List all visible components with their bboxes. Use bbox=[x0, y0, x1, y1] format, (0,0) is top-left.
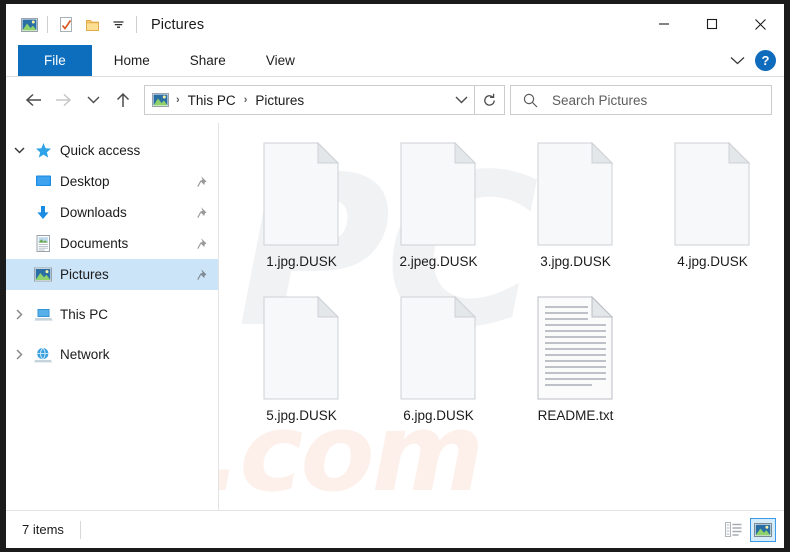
ribbon-tabs: File Home Share View bbox=[6, 45, 315, 76]
up-button[interactable] bbox=[108, 85, 138, 115]
toolbar-divider bbox=[47, 16, 48, 33]
window-title: Pictures bbox=[151, 16, 205, 33]
documents-icon bbox=[32, 235, 54, 252]
properties-icon[interactable] bbox=[53, 12, 79, 38]
desktop-icon bbox=[32, 174, 54, 189]
blank-file-icon bbox=[673, 141, 753, 247]
file-item[interactable]: 2.jpeg.DUSK bbox=[370, 137, 507, 291]
sidebar-item-label: Downloads bbox=[60, 205, 127, 220]
file-name-label: 1.jpg.DUSK bbox=[266, 254, 337, 269]
file-list-view[interactable]: PC risk.com 1.jpg.DUSK bbox=[219, 123, 784, 510]
chevron-collapsed-icon[interactable] bbox=[6, 349, 32, 360]
sidebar-item-pictures[interactable]: Pictures bbox=[6, 259, 218, 290]
blank-file-icon bbox=[262, 141, 342, 247]
file-name-label: README.txt bbox=[537, 408, 614, 423]
breadcrumb-item-pictures[interactable]: Pictures bbox=[254, 93, 305, 108]
breadcrumb[interactable]: › This PC › Pictures bbox=[144, 85, 475, 115]
blank-file-icon bbox=[399, 141, 479, 247]
refresh-button[interactable] bbox=[475, 85, 505, 115]
downloads-icon bbox=[32, 205, 54, 221]
ribbon-right-controls: ? bbox=[730, 45, 776, 76]
forward-button[interactable] bbox=[48, 85, 78, 115]
breadcrumb-pictures-icon bbox=[152, 93, 169, 107]
recent-locations-button[interactable] bbox=[78, 85, 108, 115]
chevron-collapsed-icon[interactable] bbox=[6, 309, 32, 320]
file-grid: 1.jpg.DUSK 2.jpeg.DUSK 3.jpg.DUSK 4.jpg.… bbox=[219, 123, 784, 445]
sidebar-item-label: Network bbox=[60, 347, 110, 362]
sidebar-item-documents[interactable]: Documents bbox=[6, 228, 218, 259]
title-bar: Pictures bbox=[6, 4, 784, 45]
file-item[interactable]: 1.jpg.DUSK bbox=[233, 137, 370, 291]
close-button[interactable] bbox=[736, 4, 784, 44]
chevron-expanded-icon[interactable] bbox=[6, 147, 32, 154]
search-input[interactable] bbox=[552, 92, 742, 108]
window-controls bbox=[640, 4, 784, 44]
item-count-label: 7 items bbox=[22, 522, 64, 537]
chevron-down-icon[interactable] bbox=[730, 52, 745, 70]
sidebar-item-label: Documents bbox=[60, 236, 129, 251]
sidebar-item-desktop[interactable]: Desktop bbox=[6, 166, 218, 197]
pin-icon[interactable] bbox=[197, 175, 210, 188]
text-file-icon bbox=[536, 295, 616, 401]
network-icon bbox=[32, 347, 54, 363]
customize-dropdown-icon[interactable] bbox=[105, 12, 131, 38]
sidebar-item-label: Desktop bbox=[60, 174, 110, 189]
pin-icon[interactable] bbox=[197, 268, 210, 281]
file-name-label: 3.jpg.DUSK bbox=[540, 254, 611, 269]
view-buttons bbox=[720, 517, 776, 542]
search-icon bbox=[523, 93, 538, 108]
file-explorer-window: Pictures File Home Share View ? › This P… bbox=[6, 4, 784, 548]
tab-home[interactable]: Home bbox=[94, 45, 170, 76]
search-box[interactable] bbox=[510, 85, 772, 115]
large-icons-view-button[interactable] bbox=[750, 517, 776, 542]
file-item[interactable]: 3.jpg.DUSK bbox=[507, 137, 644, 291]
sidebar-item-label: This PC bbox=[60, 307, 109, 322]
new-folder-icon[interactable] bbox=[79, 12, 105, 38]
breadcrumb-item-this-pc[interactable]: This PC bbox=[187, 93, 237, 108]
breadcrumb-dropdown-icon[interactable] bbox=[448, 86, 474, 114]
file-item[interactable]: README.txt bbox=[507, 291, 644, 445]
navigation-pane: Quick access Desktop Downloads Documents… bbox=[6, 123, 219, 510]
tab-share[interactable]: Share bbox=[170, 45, 246, 76]
sidebar-item-label: Pictures bbox=[60, 267, 109, 282]
pin-icon[interactable] bbox=[197, 206, 210, 219]
address-bar: › This PC › Pictures bbox=[6, 77, 784, 123]
file-name-label: 6.jpg.DUSK bbox=[403, 408, 474, 423]
file-name-label: 4.jpg.DUSK bbox=[677, 254, 748, 269]
pictures-folder-icon[interactable] bbox=[16, 12, 42, 38]
toolbar-divider-2 bbox=[136, 16, 137, 33]
sidebar-item-quick-access[interactable]: Quick access bbox=[6, 135, 218, 166]
tab-view[interactable]: View bbox=[246, 45, 315, 76]
file-name-label: 2.jpeg.DUSK bbox=[399, 254, 478, 269]
sidebar-item-label: Quick access bbox=[60, 143, 141, 158]
status-bar: 7 items bbox=[6, 510, 784, 548]
ribbon-tab-bar: File Home Share View ? bbox=[6, 45, 784, 77]
breadcrumb-separator-1: › bbox=[176, 94, 180, 106]
minimize-button[interactable] bbox=[640, 4, 688, 44]
blank-file-icon bbox=[399, 295, 479, 401]
file-item[interactable]: 5.jpg.DUSK bbox=[233, 291, 370, 445]
details-view-button[interactable] bbox=[720, 518, 746, 542]
tab-file[interactable]: File bbox=[18, 45, 92, 76]
quick-access-toolbar: Pictures bbox=[6, 12, 204, 38]
help-button[interactable]: ? bbox=[755, 50, 776, 71]
back-button[interactable] bbox=[18, 85, 48, 115]
maximize-button[interactable] bbox=[688, 4, 736, 44]
status-divider bbox=[79, 520, 81, 539]
pin-icon[interactable] bbox=[197, 237, 210, 250]
sidebar-item-downloads[interactable]: Downloads bbox=[6, 197, 218, 228]
sidebar-item-network[interactable]: Network bbox=[6, 339, 218, 370]
file-item[interactable]: 4.jpg.DUSK bbox=[644, 137, 781, 291]
blank-file-icon bbox=[262, 295, 342, 401]
pictures-icon bbox=[32, 267, 54, 282]
explorer-body: Quick access Desktop Downloads Documents… bbox=[6, 123, 784, 510]
file-item[interactable]: 6.jpg.DUSK bbox=[370, 291, 507, 445]
blank-file-icon bbox=[536, 141, 616, 247]
sidebar-item-this-pc[interactable]: This PC bbox=[6, 299, 218, 330]
this-pc-icon bbox=[32, 307, 54, 323]
breadcrumb-separator-2: › bbox=[243, 94, 248, 106]
file-name-label: 5.jpg.DUSK bbox=[266, 408, 337, 423]
star-icon bbox=[32, 142, 54, 159]
